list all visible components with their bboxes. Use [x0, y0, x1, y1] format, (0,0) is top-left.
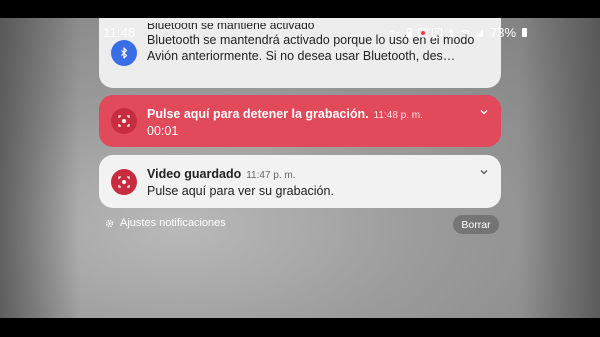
screen-record-icon	[111, 169, 137, 195]
recording-timestamp: 11:48 p. m.	[373, 110, 423, 121]
screen-record-status-icon	[418, 28, 428, 37]
letterbox-bottom	[0, 318, 600, 337]
svg-text:N: N	[434, 30, 439, 37]
video-saved-title: Video guardado 11:47 p. m.	[147, 167, 296, 181]
chevron-down-icon[interactable]	[479, 107, 489, 117]
notification-settings-label: Ajustes notificaciones	[120, 217, 226, 229]
signal-icon	[475, 28, 483, 37]
status-bar: 11:48 N 73%	[0, 22, 600, 42]
recording-notification[interactable]: Pulse aquí para detener la grabación. 11:…	[99, 95, 501, 147]
clear-button[interactable]: Borrar	[453, 215, 499, 234]
recording-counter: 00:01	[147, 124, 179, 138]
chevron-down-icon[interactable]	[479, 167, 489, 177]
video-saved-title-text: Video guardado	[147, 167, 242, 181]
notification-settings-button[interactable]: Ajustes notificaciones	[104, 217, 226, 229]
gear-icon	[105, 219, 114, 227]
battery-icon	[522, 28, 528, 37]
video-saved-timestamp: 11:47 p. m.	[246, 170, 296, 181]
screen-record-icon	[111, 108, 137, 134]
status-icons: N 73%	[388, 25, 528, 40]
battery-percentage: 73%	[490, 25, 517, 40]
lock-icon	[406, 27, 412, 37]
bluetooth-status-icon	[448, 27, 454, 38]
key-icon	[389, 29, 399, 36]
video-saved-notification[interactable]: Video guardado 11:47 p. m. Pulse aquí par…	[99, 155, 501, 208]
letterbox-top	[0, 0, 600, 18]
video-saved-body: Pulse aquí para ver su grabación.	[147, 184, 334, 198]
nfc-icon: N	[432, 27, 442, 38]
bluetooth-icon	[111, 40, 137, 66]
wifi-icon	[460, 29, 470, 37]
recording-title-text: Pulse aquí para detener la grabación.	[147, 107, 369, 121]
status-time: 11:48	[103, 25, 136, 40]
recording-notification-title: Pulse aquí para detener la grabación. 11:…	[147, 107, 423, 121]
